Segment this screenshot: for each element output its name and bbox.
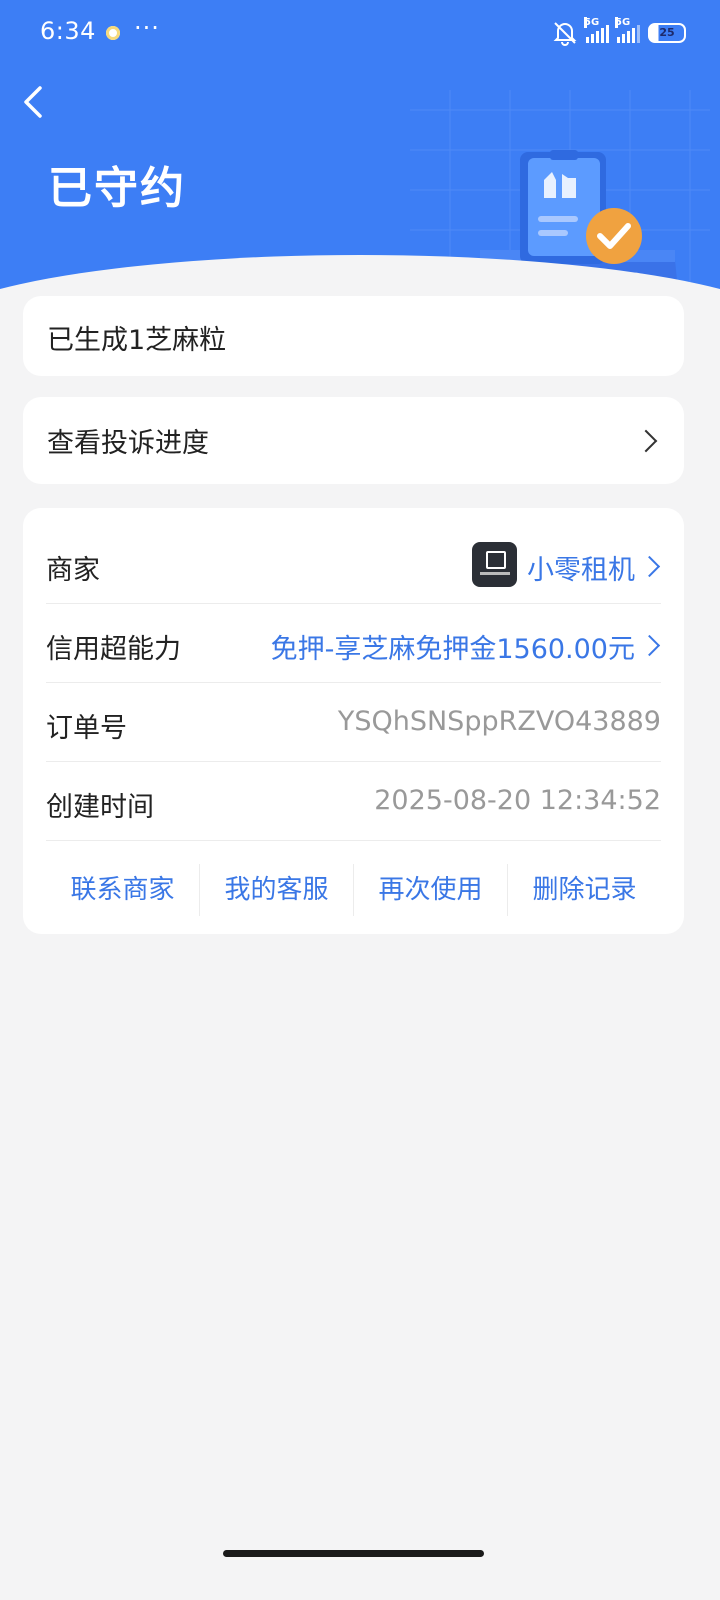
home-indicator[interactable] [223,1550,484,1557]
status-time: 6:34 [40,17,96,45]
status-bar: 6:34 ··· 5G 5G 25 [0,0,720,66]
delete-record-button[interactable]: 删除记录 [508,864,661,916]
more-notifications-icon: ··· [134,14,160,42]
complaint-progress-card[interactable]: 查看投诉进度 [23,397,684,484]
credit-value: 免押-享芝麻免押金1560.00元 [270,634,635,665]
network-type-2: 5G [615,17,631,28]
mute-bell-icon [553,22,577,46]
merchant-name-link[interactable]: 小零租机 [527,548,661,587]
chevron-right-icon [638,555,661,578]
order-number-value: YSQhSNSppRZVO43889 [337,706,661,737]
page-title: 已守约 [48,163,186,214]
customer-service-button[interactable]: 我的客服 [200,864,354,916]
created-time-row: 创建时间 2025-08-20 12:34:52 [46,761,661,841]
created-time-label: 创建时间 [46,792,154,823]
sesame-points-card: 已生成1芝麻粒 [23,296,684,376]
chevron-right-icon [638,634,661,657]
battery-level: 25 [659,26,675,39]
merchant-label: 商家 [46,555,100,586]
action-bar: 联系商家 我的客服 再次使用 删除记录 [46,864,661,916]
merchant-logo-icon [472,542,517,587]
credit-value-link[interactable]: 免押-享芝麻免押金1560.00元 [271,627,661,666]
credit-label: 信用超能力 [46,634,181,665]
order-number-label: 订单号 [46,713,127,744]
network-type-1: 5G [584,17,600,28]
created-time-value: 2025-08-20 12:34:52 [374,785,661,816]
order-number-row: 订单号 YSQhSNSppRZVO43889 [46,682,661,762]
use-again-button[interactable]: 再次使用 [354,864,508,916]
header-banner: 6:34 ··· 5G 5G 25 已守约 [0,0,720,345]
merchant-name: 小零租机 [527,555,635,586]
battery-icon: 25 [648,23,686,43]
order-details-card: 商家 小零租机 信用超能力 免押-享芝麻免押金1560.00元 订单号 YSQh… [23,508,684,934]
credit-row[interactable]: 信用超能力 免押-享芝麻免押金1560.00元 [46,603,661,683]
sesame-points-text: 已生成1芝麻粒 [47,325,227,356]
contact-merchant-button[interactable]: 联系商家 [46,864,200,916]
merchant-row[interactable]: 商家 小零租机 [46,524,661,604]
signal-icon: 5G [584,17,609,43]
signal-icon-2: 5G [615,17,640,43]
chevron-right-icon [634,429,658,453]
notification-icon [106,26,120,40]
complaint-progress-label: 查看投诉进度 [47,428,209,459]
back-arrow-icon[interactable] [18,80,58,124]
